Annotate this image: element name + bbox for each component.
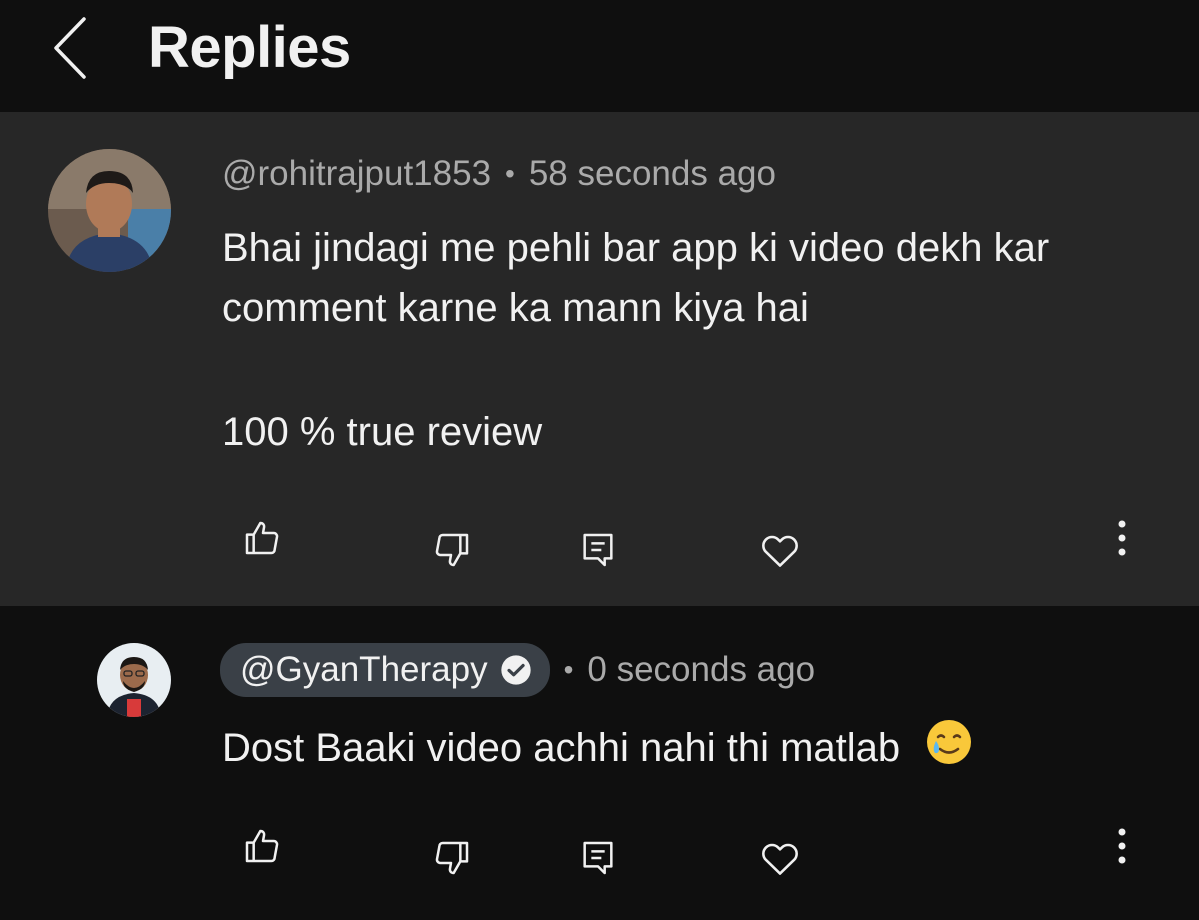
reply-text: Dost Baaki video achhi nahi thi matlab xyxy=(222,718,973,783)
reply-button[interactable] xyxy=(568,828,628,888)
verified-check-icon xyxy=(500,655,531,685)
page-title: Replies xyxy=(148,15,351,80)
comment-actions xyxy=(0,508,1199,568)
separator: • xyxy=(563,654,574,685)
like-button[interactable] xyxy=(232,508,292,568)
separator: • xyxy=(505,158,515,189)
dislike-icon xyxy=(435,841,469,875)
avatar[interactable] xyxy=(48,149,171,272)
comment-text-line: comment karne ka mann kiya hai xyxy=(222,286,809,330)
dislike-button[interactable] xyxy=(422,828,482,888)
comment-text-line: 100 % true review xyxy=(222,410,543,454)
highlighted-comment: @rohitrajput1853 • 58 seconds ago Bhai j… xyxy=(0,112,1199,606)
verified-badge xyxy=(500,654,532,686)
heart-button[interactable] xyxy=(750,828,810,888)
like-icon xyxy=(245,521,279,555)
heart-icon xyxy=(762,843,798,875)
more-icon xyxy=(1118,828,1126,864)
reply-comment: @GyanTherapy • 0 seconds ago Dost Baaki … xyxy=(0,606,1199,920)
timestamp[interactable]: 58 seconds ago xyxy=(529,154,776,194)
author-name[interactable]: @rohitrajput1853 xyxy=(222,154,491,194)
smiling-tear-emoji xyxy=(925,718,973,783)
dislike-icon xyxy=(435,533,469,567)
reply-icon xyxy=(583,841,613,875)
like-button[interactable] xyxy=(232,816,292,876)
more-button[interactable] xyxy=(1092,816,1152,876)
comment-meta: @rohitrajput1853 • 58 seconds ago xyxy=(222,150,776,198)
heart-icon xyxy=(762,535,798,567)
avatar[interactable] xyxy=(97,643,171,717)
reply-text-content: Dost Baaki video achhi nahi thi matlab xyxy=(222,726,901,771)
like-icon xyxy=(245,829,279,863)
more-icon xyxy=(1118,520,1126,556)
reply-meta: @GyanTherapy • 0 seconds ago xyxy=(220,643,815,697)
dislike-button[interactable] xyxy=(422,520,482,580)
comment-text-line: Bhai jindagi me pehli bar app ki video d… xyxy=(222,226,1050,270)
smiling-face-with-tear-icon xyxy=(927,720,972,764)
author-name: @GyanTherapy xyxy=(240,650,488,689)
reply-button[interactable] xyxy=(568,520,628,580)
more-button[interactable] xyxy=(1092,508,1152,568)
heart-button[interactable] xyxy=(750,520,810,580)
creator-name-chip[interactable]: @GyanTherapy xyxy=(220,643,550,697)
timestamp[interactable]: 0 seconds ago xyxy=(587,650,815,690)
back-button[interactable] xyxy=(40,14,100,82)
chevron-left-icon xyxy=(54,17,86,79)
reply-icon xyxy=(583,533,613,567)
top-bar: Replies xyxy=(0,0,1199,112)
reply-actions xyxy=(0,816,1199,876)
